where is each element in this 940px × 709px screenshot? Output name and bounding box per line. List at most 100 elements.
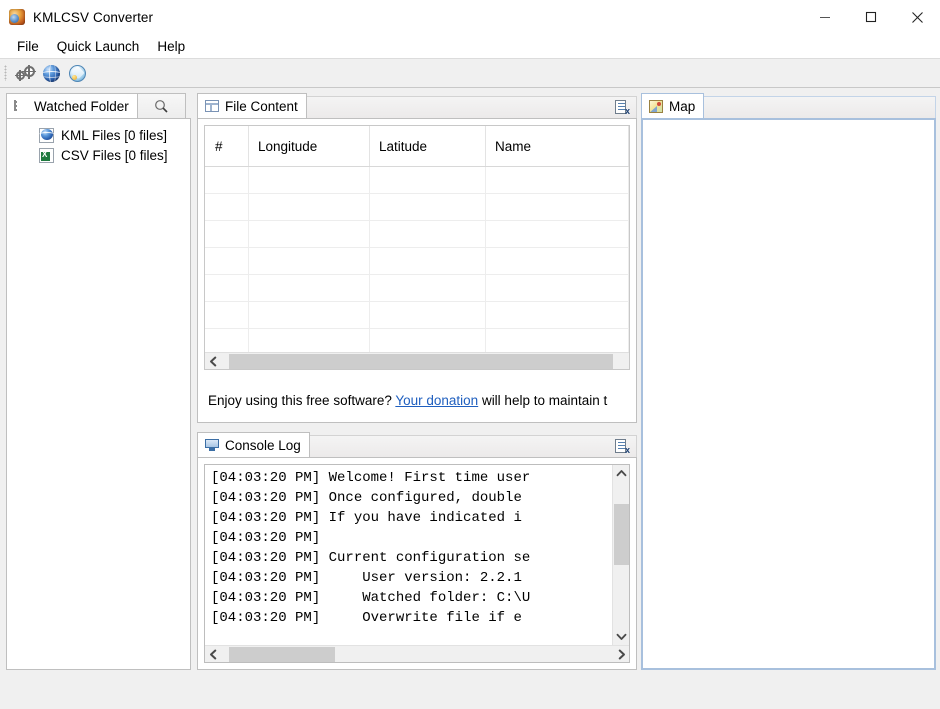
file-content-tabrow-fill: x: [306, 96, 637, 118]
column-header-longitude[interactable]: Longitude: [248, 126, 370, 167]
app-globe-icon: [9, 9, 25, 25]
table-cell[interactable]: [248, 247, 370, 275]
map-view[interactable]: [641, 118, 936, 670]
toolbar-grip[interactable]: [4, 65, 7, 81]
toolbar: [0, 58, 940, 88]
tree-item-kml-label: KML Files [0 files]: [61, 127, 168, 143]
console-hscroll-track[interactable]: [221, 645, 613, 662]
file-content-table: # Longitude Latitude Name: [205, 126, 629, 369]
table-row[interactable]: [205, 301, 629, 329]
table-cell[interactable]: [485, 193, 629, 221]
console-hscroll-left-arrow[interactable]: [205, 645, 221, 662]
table-cell[interactable]: [205, 166, 249, 194]
watched-folder-tabrow: Watched Folder: [6, 92, 191, 118]
table-cell[interactable]: [369, 220, 486, 248]
console-tabrow-fill: x: [309, 435, 637, 457]
column-header-index[interactable]: #: [205, 126, 249, 167]
menu-quick-launch[interactable]: Quick Launch: [48, 37, 149, 56]
kml-file-icon: [39, 127, 55, 143]
menu-file[interactable]: File: [8, 37, 48, 56]
table-cell[interactable]: [248, 220, 370, 248]
table-cell[interactable]: [205, 301, 249, 329]
donation-message: Enjoy using this free software? Your don…: [208, 393, 632, 408]
table-row[interactable]: [205, 274, 629, 302]
tab-map[interactable]: Map: [641, 93, 705, 118]
tab-console-log[interactable]: Console Log: [197, 432, 310, 457]
console-hscroll-right-arrow[interactable]: [613, 645, 629, 662]
console-vscrollbar[interactable]: [612, 465, 629, 645]
console-output-text[interactable]: [04:03:20 PM] Welcome! First time user […: [205, 465, 612, 645]
hscroll-track[interactable]: [221, 352, 629, 369]
csv-file-icon: [39, 147, 54, 163]
donation-link[interactable]: Your donation: [395, 393, 478, 408]
menu-help[interactable]: Help: [148, 37, 194, 56]
table-cell[interactable]: [485, 220, 629, 248]
console-hscroll-thumb[interactable]: [228, 646, 335, 662]
tree-item-csv-files[interactable]: CSV Files [0 files]: [7, 145, 190, 165]
table-cell[interactable]: [485, 301, 629, 329]
vscroll-down-arrow[interactable]: [613, 628, 629, 645]
table-cell[interactable]: [485, 274, 629, 302]
tree-item-kml-files[interactable]: KML Files [0 files]: [7, 125, 190, 145]
close-button[interactable]: [894, 0, 940, 34]
minimize-button[interactable]: [802, 0, 848, 34]
watched-folder-search-button[interactable]: [137, 93, 186, 118]
watched-folder-panel: Watched Folder KML Files [0 files] CSV F…: [6, 92, 191, 670]
google-maps-button[interactable]: [64, 61, 90, 85]
table-cell[interactable]: [485, 166, 629, 194]
file-content-table-body: [205, 166, 629, 369]
search-icon: [154, 99, 168, 113]
monitor-icon: [205, 439, 219, 451]
hscroll-thumb[interactable]: [229, 353, 613, 369]
tab-file-content-label: File Content: [225, 98, 298, 114]
column-header-latitude[interactable]: Latitude: [369, 126, 486, 167]
table-cell[interactable]: [369, 301, 486, 329]
vscroll-up-arrow[interactable]: [613, 465, 629, 482]
table-cell[interactable]: [369, 166, 486, 194]
column-header-name[interactable]: Name: [485, 126, 629, 167]
table-cell[interactable]: [369, 247, 486, 275]
table-row[interactable]: [205, 247, 629, 275]
map-panel: Map: [641, 92, 936, 670]
table-cell[interactable]: [205, 193, 249, 221]
table-cell[interactable]: [248, 301, 370, 329]
window-title: KMLCSV Converter: [33, 9, 154, 25]
blue-globe-icon: [42, 64, 60, 82]
tree-list-icon: [14, 99, 28, 113]
console-hscrollbar[interactable]: [205, 645, 629, 662]
console-body: [04:03:20 PM] Welcome! First time user […: [197, 457, 637, 670]
console-tabrow: Console Log x: [197, 431, 637, 457]
table-cell[interactable]: [205, 247, 249, 275]
clear-console-icon[interactable]: x: [614, 438, 630, 455]
table-cell[interactable]: [248, 274, 370, 302]
table-cell[interactable]: [248, 166, 370, 194]
table-cell[interactable]: [369, 274, 486, 302]
table-cell[interactable]: [205, 274, 249, 302]
light-globe-icon: [68, 64, 86, 82]
tab-watched-folder[interactable]: Watched Folder: [6, 93, 138, 118]
table-cell[interactable]: [248, 193, 370, 221]
clear-content-icon[interactable]: x: [614, 99, 630, 116]
main-area: Watched Folder KML Files [0 files] CSV F…: [0, 88, 940, 677]
tab-map-label: Map: [669, 98, 696, 114]
file-content-hscrollbar[interactable]: [205, 352, 629, 369]
table-row[interactable]: [205, 166, 629, 194]
settings-gears-button[interactable]: [12, 61, 38, 85]
google-earth-button[interactable]: [38, 61, 64, 85]
window-controls: [802, 0, 940, 34]
watched-folder-body: KML Files [0 files] CSV Files [0 files]: [6, 118, 191, 670]
console-log-panel: Console Log x [04:03:20 PM] Welcome! Fir…: [197, 431, 637, 670]
tab-file-content[interactable]: File Content: [197, 93, 307, 118]
gears-icon: [14, 64, 36, 81]
file-content-tabrow: File Content x: [197, 92, 637, 118]
maximize-button[interactable]: [848, 0, 894, 34]
tab-watched-folder-label: Watched Folder: [34, 98, 129, 114]
vscroll-thumb[interactable]: [614, 503, 629, 565]
table-row[interactable]: [205, 193, 629, 221]
table-cell[interactable]: [369, 193, 486, 221]
hscroll-left-arrow[interactable]: [205, 352, 221, 369]
table-cell[interactable]: [485, 247, 629, 275]
table-row[interactable]: [205, 220, 629, 248]
table-cell[interactable]: [205, 220, 249, 248]
file-content-table-wrap: # Longitude Latitude Name: [204, 125, 630, 370]
